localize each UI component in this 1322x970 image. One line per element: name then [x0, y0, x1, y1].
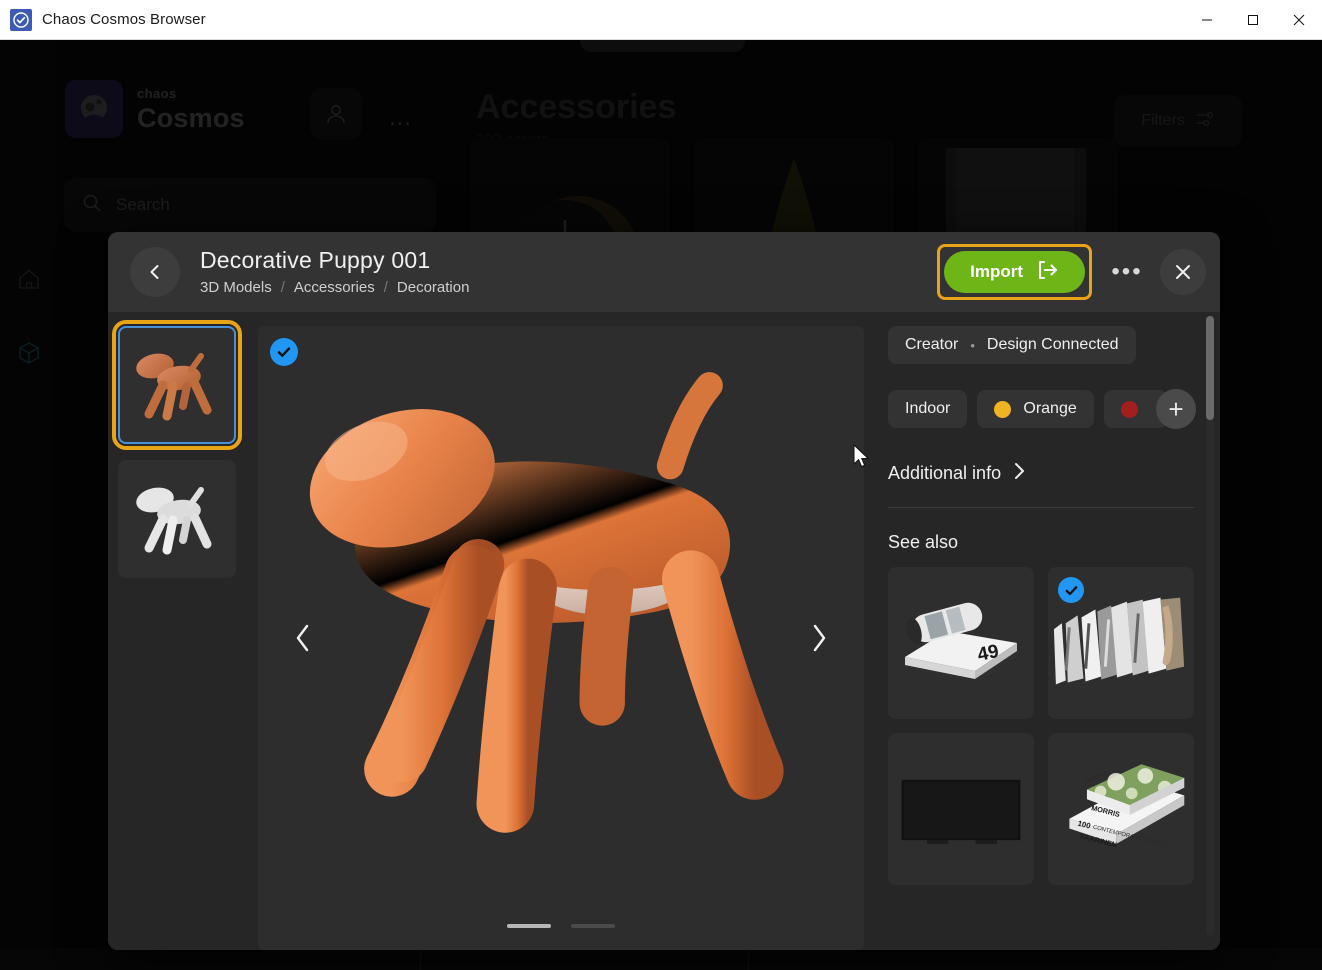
import-label: Import [970, 262, 1023, 281]
import-arrow-icon [1037, 260, 1059, 285]
modal-header-actions: Import ••• [937, 244, 1206, 300]
info-scrollbar[interactable] [1206, 316, 1214, 936]
see-also-selected-badge [1058, 577, 1084, 603]
breadcrumb-separator: / [280, 279, 285, 297]
see-also-dark-panel[interactable] [888, 733, 1034, 885]
preview-pager [258, 924, 864, 928]
see-also-grid: 49 MORRIS 100 CONTEMPORARY HOUSES SAARIN… [888, 567, 1194, 885]
additional-info-label: Additional info [888, 463, 1002, 483]
color-swatch-orange [994, 400, 1012, 418]
thumb-white-puppy[interactable] [118, 460, 236, 578]
preview-selected-badge [270, 338, 298, 366]
pager-bar-1[interactable] [507, 924, 551, 928]
asset-detail-modal: Decorative Puppy 001 3D Models / Accesso… [108, 232, 1220, 950]
modal-more-options-button[interactable]: ••• [1104, 249, 1150, 295]
chaos-logo-icon [10, 8, 32, 31]
previous-image-button[interactable] [286, 616, 320, 660]
see-also-magazines[interactable]: 49 [888, 567, 1034, 719]
creator-chip[interactable]: Creator • Design Connected [888, 326, 1136, 364]
thumbnail-rail [108, 312, 256, 950]
creator-separator: • [970, 337, 975, 353]
see-also-books-row[interactable] [1048, 567, 1194, 719]
minimize-button[interactable] [1184, 0, 1230, 40]
tag-orange[interactable]: Orange [977, 390, 1094, 428]
thumb-orange-puppy[interactable] [112, 320, 242, 450]
tag-orange-label: Orange [1023, 400, 1077, 417]
see-also-book-stack[interactable]: MORRIS 100 CONTEMPORARY HOUSES SAARINEN … [1048, 733, 1194, 885]
close-modal-button[interactable] [1160, 249, 1206, 295]
asset-info-panel: Creator • Design Connected Indoor Orange [864, 312, 1220, 950]
add-tag-button[interactable]: + [1156, 389, 1196, 429]
asset-title: Decorative Puppy 001 [200, 246, 431, 273]
color-swatch-red [1120, 400, 1138, 418]
breadcrumb-item-1[interactable]: Accessories [294, 279, 375, 296]
window-titlebar: Chaos Cosmos Browser [0, 0, 1322, 40]
modal-header: Decorative Puppy 001 3D Models / Accesso… [108, 232, 1220, 312]
import-button[interactable]: Import [944, 251, 1085, 293]
asset-preview[interactable] [258, 326, 864, 950]
tag-indoor-label: Indoor [905, 400, 951, 417]
see-also-heading: See also [888, 532, 959, 552]
creator-label: Creator [905, 336, 959, 353]
import-button-highlight: Import [937, 244, 1092, 300]
breadcrumb-item-0[interactable]: 3D Models [200, 279, 272, 296]
window-title: Chaos Cosmos Browser [42, 11, 206, 28]
close-window-button[interactable] [1276, 0, 1322, 40]
breadcrumb-item-2[interactable]: Decoration [397, 279, 470, 296]
tag-row: Indoor Orange + [888, 389, 1196, 429]
creator-value: Design Connected [986, 336, 1119, 353]
breadcrumb: 3D Models / Accessories / Decoration [200, 279, 469, 296]
magazine-number: 49 [976, 641, 1001, 666]
back-button[interactable] [130, 247, 180, 297]
chevron-right-icon [1013, 462, 1025, 485]
next-image-button[interactable] [802, 616, 836, 660]
app-root: Chaos Cosmos Browser Decorative Puppy 00… [0, 0, 1322, 970]
window-controls [1184, 0, 1322, 40]
additional-info-toggle[interactable]: Additional info [888, 462, 1194, 485]
tag-indoor[interactable]: Indoor [888, 390, 968, 428]
modal-title-block: Decorative Puppy 001 3D Models / Accesso… [200, 246, 469, 296]
info-divider [888, 507, 1194, 508]
puppy-3d-render [309, 372, 784, 833]
breadcrumb-separator: / [383, 279, 388, 297]
modal-body: Creator • Design Connected Indoor Orange [108, 312, 1220, 950]
maximize-button[interactable] [1230, 0, 1276, 40]
info-scrollbar-thumb[interactable] [1206, 316, 1214, 420]
pager-bar-2[interactable] [571, 924, 615, 928]
